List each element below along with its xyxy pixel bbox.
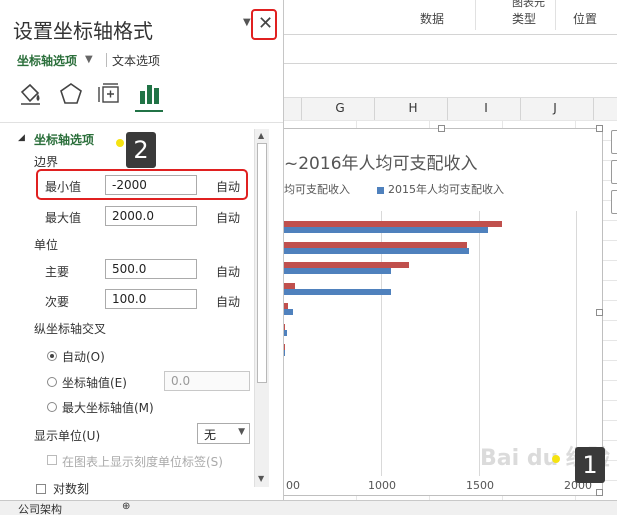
vertical-axis-crosses-label: 纵坐标轴交叉 xyxy=(34,320,106,337)
ribbon-group-position[interactable]: 位置 xyxy=(573,10,597,27)
pane-scrollbar[interactable]: ▲ ▼ xyxy=(254,129,269,487)
callout-1: 1 xyxy=(575,447,605,483)
max-label: 最大值 xyxy=(45,209,81,226)
bounds-label: 边界 xyxy=(34,153,58,170)
log-scale-label: 对数刻 xyxy=(53,480,89,497)
bar-2015-4[interactable] xyxy=(284,309,293,315)
chart-elements-button[interactable] xyxy=(611,130,617,154)
radio-axis-value[interactable] xyxy=(47,377,57,387)
tab-separator xyxy=(106,53,107,67)
radio-auto[interactable] xyxy=(47,351,57,361)
column-h[interactable]: H xyxy=(403,101,423,115)
radio-axis-value-label[interactable]: 坐标轴值(E) xyxy=(62,374,127,391)
column-i[interactable]: I xyxy=(476,101,496,115)
callout-dot xyxy=(552,455,560,463)
scroll-down-icon[interactable]: ▼ xyxy=(258,474,264,483)
ribbon-separator xyxy=(475,0,476,30)
minor-label: 次要 xyxy=(45,293,69,310)
scroll-up-icon[interactable]: ▲ xyxy=(258,131,264,140)
ribbon-group-type[interactable]: 类型 xyxy=(512,10,536,27)
minor-input[interactable]: 100.0 xyxy=(105,289,197,309)
x-tick-label: 1500 xyxy=(466,479,494,492)
min-highlight-box xyxy=(36,169,248,200)
legend-label-2016: 均可支配收入 xyxy=(284,183,350,196)
scroll-thumb[interactable] xyxy=(257,143,267,383)
radio-max-axis-value-label[interactable]: 最大坐标轴值(M) xyxy=(62,399,154,416)
callout-dot xyxy=(116,139,124,147)
major-auto-button[interactable]: 自动 xyxy=(216,263,240,280)
section-axis-options[interactable]: 坐标轴选项 xyxy=(34,131,94,148)
axis-value-input[interactable]: 0.0 xyxy=(164,371,250,391)
major-input[interactable]: 500.0 xyxy=(105,259,197,279)
gridline xyxy=(576,211,577,476)
display-units-select[interactable]: 无 ▼ xyxy=(197,423,250,444)
chart-title[interactable]: ~2016年人均可支配收入 xyxy=(284,149,478,174)
chart-styles-button[interactable] xyxy=(611,160,617,184)
close-highlight-box xyxy=(251,9,277,40)
legend-label-2015: 2015年人均可支配收入 xyxy=(388,183,504,196)
pane-options-dropdown-icon[interactable]: ▼ xyxy=(243,17,251,28)
chart-filters-button[interactable] xyxy=(611,190,617,214)
bar-2015-3[interactable] xyxy=(284,289,391,295)
column-header: G H I J xyxy=(283,97,617,121)
bar-2015-5[interactable] xyxy=(284,330,287,336)
bar-2015-0[interactable] xyxy=(284,227,488,233)
resize-handle[interactable] xyxy=(438,125,445,132)
log-scale-checkbox[interactable] xyxy=(36,484,46,494)
axis-options-bar-icon[interactable] xyxy=(138,82,164,106)
x-tick-label: 00 xyxy=(286,479,300,492)
selected-tab-indicator xyxy=(135,110,163,112)
resize-handle[interactable] xyxy=(596,489,603,496)
ribbon-group-chart-elements[interactable]: 图表元 xyxy=(512,0,545,10)
radio-auto-label[interactable]: 自动(O) xyxy=(62,348,105,365)
gridline xyxy=(479,211,480,476)
major-label: 主要 xyxy=(45,263,69,280)
radio-max-axis-value[interactable] xyxy=(47,402,57,412)
resize-handle[interactable] xyxy=(596,125,603,132)
max-input[interactable]: 2000.0 xyxy=(105,206,197,226)
effects-pentagon-icon[interactable] xyxy=(58,82,84,106)
legend-entry-2016[interactable]: 均可支配收入 xyxy=(284,181,350,197)
column-g[interactable]: G xyxy=(330,101,350,115)
max-auto-button[interactable]: 自动 xyxy=(216,209,240,226)
format-axis-pane: 设置坐标轴格式 ▼ ✕ 坐标轴选项 ▼ 文本选项 ◢ 坐标轴选项 边界 最小值 … xyxy=(0,0,284,500)
ribbon: 数据 图表元 类型 位置 xyxy=(283,0,617,35)
show-units-checkbox[interactable] xyxy=(47,455,57,465)
chevron-down-icon[interactable]: ▼ xyxy=(85,54,93,65)
bar-2015-2[interactable] xyxy=(284,268,391,274)
pane-title: 设置坐标轴格式 xyxy=(13,15,153,44)
collapse-triangle-icon[interactable]: ◢ xyxy=(18,133,25,143)
column-j[interactable]: J xyxy=(545,101,565,115)
pane-divider xyxy=(0,122,283,123)
sheet-tab-company[interactable]: 公司架构 xyxy=(18,501,62,517)
bar-2015-1[interactable] xyxy=(284,248,469,254)
add-sheet-icon[interactable]: ⊕ xyxy=(122,501,130,512)
chevron-down-icon: ▼ xyxy=(238,427,245,437)
fill-line-icon[interactable] xyxy=(18,82,44,106)
resize-handle[interactable] xyxy=(596,309,603,316)
display-units-label: 显示单位(U) xyxy=(34,427,100,444)
sheet-tab-bar: 公司架构 ⊕ xyxy=(0,500,617,515)
units-label: 单位 xyxy=(34,236,58,253)
tab-text-options[interactable]: 文本选项 xyxy=(112,52,160,69)
tab-axis-options[interactable]: 坐标轴选项 xyxy=(17,52,77,69)
formula-bar[interactable] xyxy=(283,35,617,64)
x-tick-label: 1000 xyxy=(368,479,396,492)
minor-auto-button[interactable]: 自动 xyxy=(216,293,240,310)
ribbon-separator xyxy=(555,0,556,30)
legend-entry-2015[interactable]: 2015年人均可支配收入 xyxy=(377,181,504,197)
show-units-label: 在图表上显示刻度单位标签(S) xyxy=(62,453,223,470)
size-properties-icon[interactable] xyxy=(97,82,123,106)
legend-swatch-2015 xyxy=(377,187,384,194)
display-units-value: 无 xyxy=(204,428,216,442)
callout-2: 2 xyxy=(126,132,156,168)
ribbon-group-data[interactable]: 数据 xyxy=(420,10,444,27)
